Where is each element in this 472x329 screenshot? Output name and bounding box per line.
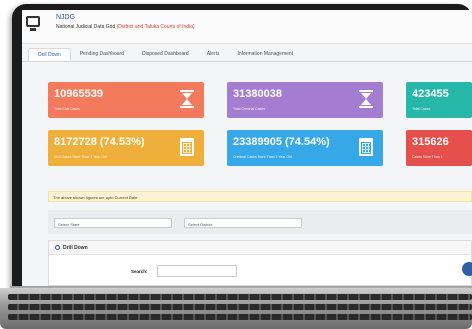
info-note: The above shown figures are upto Current…: [48, 191, 472, 202]
hourglass-icon: [359, 90, 373, 108]
card-caption: Total Cases: [412, 107, 431, 111]
calendar-icon: [180, 138, 194, 156]
card-value: 8172728 (74.53%): [54, 136, 145, 148]
card-caption: Civil Cases More Than 1 Year Old: [54, 155, 107, 159]
tab-information-management[interactable]: Information Management: [228, 48, 302, 62]
app-screen: NJDG National Judicial Data Grid (Distri…: [22, 10, 472, 286]
card-total-criminal-cases[interactable]: 31380038 Total Criminal Cases: [227, 82, 383, 118]
tab-pending-dashboard[interactable]: Pending Dashboard: [71, 48, 133, 62]
card-civil-cases-old[interactable]: 8172728 (74.53%) Civil Cases More Than 1…: [48, 130, 204, 166]
panel-header: Drill Down: [49, 241, 471, 255]
card-caption: Total Criminal Cases: [233, 107, 266, 111]
card-total-civil-cases[interactable]: 10965539 Total Civil Cases: [48, 82, 204, 118]
search-input[interactable]: [157, 265, 237, 277]
keyboard-row: [8, 294, 472, 300]
card-value: 10965539: [54, 88, 103, 100]
tab-alerts[interactable]: Alerts: [198, 48, 229, 62]
subtitle-accent: (District and Taluka Courts of India): [116, 24, 195, 30]
monitor-logo-icon: [26, 16, 40, 31]
drill-down-panel: Drill Down Search:: [48, 240, 472, 286]
tab-drill-down[interactable]: Drill Down: [28, 48, 71, 62]
card-criminal-cases-old[interactable]: 23389905 (74.54%) Criminal Cases More Th…: [227, 130, 383, 166]
app-subtitle: National Judicial Data Grid (District an…: [56, 24, 195, 30]
circle-icon: [55, 245, 60, 250]
panel-title: Drill Down: [63, 245, 88, 251]
scroll-top-button[interactable]: [462, 262, 472, 276]
card-value: 31380038: [233, 88, 282, 100]
search-label: Search:: [131, 269, 148, 274]
calendar-icon: [359, 138, 373, 156]
card-value: 23389905 (74.54%): [233, 136, 330, 148]
card-caption: Cases More Than 1: [412, 155, 443, 159]
app-header: NJDG National Judicial Data Grid (Distri…: [22, 10, 472, 44]
card-caption: Total Civil Cases: [54, 107, 80, 111]
card-cases-old[interactable]: 315626 Cases More Than 1: [406, 130, 472, 166]
card-caption: Criminal Cases More Than 1 Year Old: [233, 155, 292, 159]
filter-bar: Select State Select District: [48, 210, 472, 234]
state-select[interactable]: Select State: [54, 218, 172, 228]
keyboard-row: [8, 304, 472, 310]
main-tabs: Drill Down Pending Dashboard Disposed Da…: [22, 46, 472, 62]
hourglass-icon: [180, 90, 194, 108]
keyboard-row: [8, 314, 472, 320]
app-title: NJDG: [56, 14, 76, 21]
laptop-keyboard: [0, 288, 472, 329]
district-select[interactable]: Select District: [184, 218, 302, 228]
subtitle-text: National Judicial Data Grid: [56, 24, 116, 30]
card-value: 423455: [412, 88, 449, 100]
tab-divider: [22, 61, 472, 62]
tab-disposed-dashboard[interactable]: Disposed Dashboard: [133, 48, 198, 62]
card-total-cases[interactable]: 423455 Total Cases: [406, 82, 472, 118]
card-value: 315626: [412, 136, 449, 148]
